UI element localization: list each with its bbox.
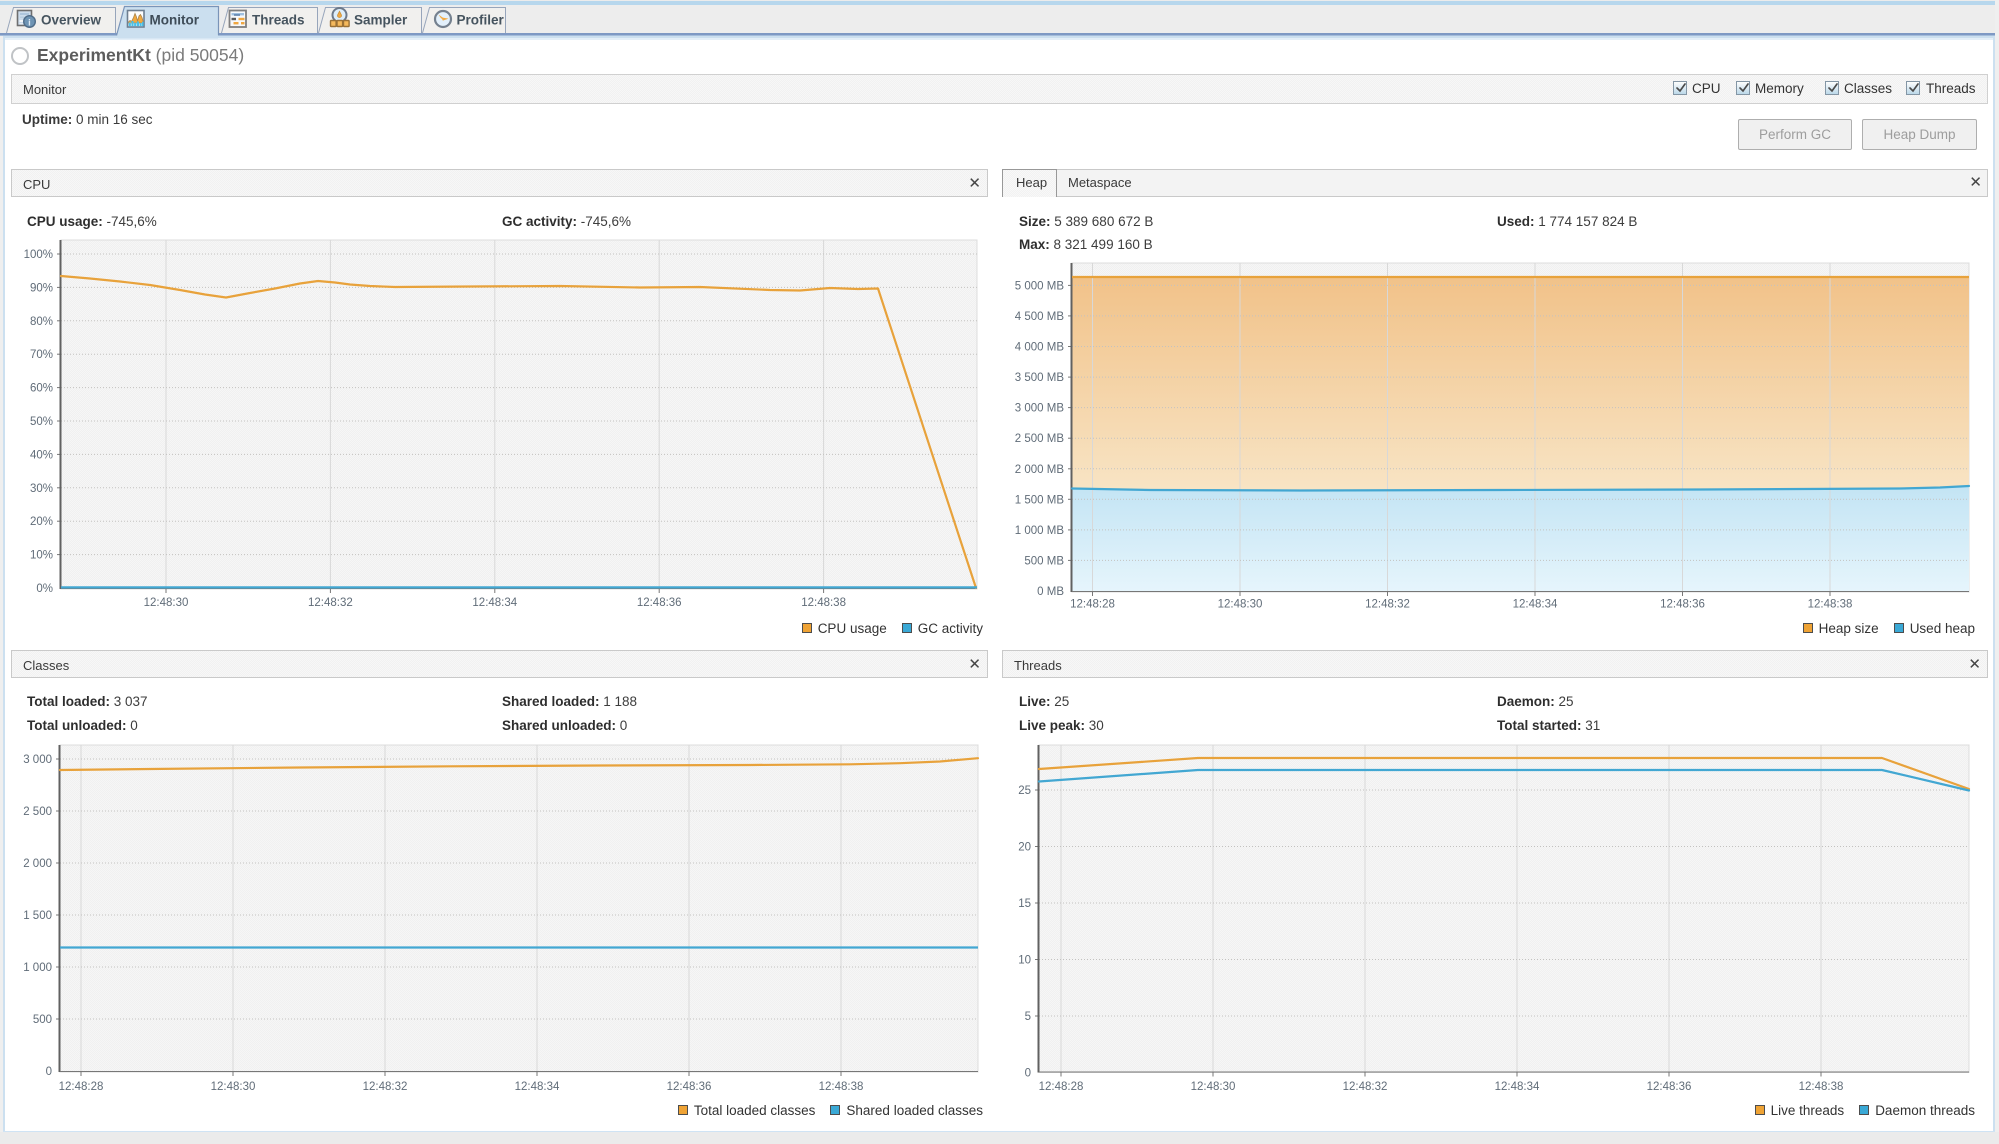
svg-text:20: 20 [1018, 842, 1031, 854]
svg-text:12:48:32: 12:48:32 [308, 597, 353, 609]
svg-text:12:48:38: 12:48:38 [801, 597, 846, 609]
svg-text:12:48:30: 12:48:30 [1191, 1081, 1236, 1093]
svg-text:12:48:38: 12:48:38 [1799, 1081, 1844, 1093]
svg-text:12:48:38: 12:48:38 [1808, 599, 1853, 611]
svg-text:12:48:38: 12:48:38 [819, 1081, 864, 1093]
svg-text:3 500 MB: 3 500 MB [1015, 372, 1065, 384]
svg-text:50%: 50% [30, 416, 53, 428]
svg-text:1 000: 1 000 [23, 962, 52, 974]
svg-text:12:48:36: 12:48:36 [637, 597, 682, 609]
svg-text:12:48:34: 12:48:34 [1495, 1081, 1540, 1093]
svg-text:1 500 MB: 1 500 MB [1015, 494, 1065, 506]
svg-text:0 MB: 0 MB [1037, 586, 1064, 598]
svg-text:1 500: 1 500 [23, 910, 52, 922]
svg-text:25: 25 [1018, 785, 1031, 797]
svg-text:12:48:34: 12:48:34 [472, 597, 517, 609]
svg-text:Threads: Threads [252, 13, 305, 28]
svg-text:4 000 MB: 4 000 MB [1015, 342, 1065, 354]
svg-text:1 000 MB: 1 000 MB [1015, 525, 1065, 537]
svg-text:3 000: 3 000 [23, 754, 52, 766]
svg-text:Overview: Overview [41, 13, 102, 28]
svg-text:12:48:28: 12:48:28 [1070, 599, 1115, 611]
svg-text:500: 500 [33, 1014, 52, 1026]
svg-text:12:48:28: 12:48:28 [59, 1081, 104, 1093]
svg-text:12:48:32: 12:48:32 [363, 1081, 408, 1093]
svg-text:90%: 90% [30, 282, 53, 294]
svg-text:30%: 30% [30, 483, 53, 495]
svg-text:2 500 MB: 2 500 MB [1015, 433, 1065, 445]
svg-text:40%: 40% [30, 449, 53, 461]
svg-text:0: 0 [1025, 1068, 1031, 1080]
svg-text:0%: 0% [36, 583, 53, 595]
svg-text:12:48:28: 12:48:28 [1039, 1081, 1084, 1093]
svg-text:12:48:36: 12:48:36 [667, 1081, 712, 1093]
svg-text:12:48:32: 12:48:32 [1365, 599, 1410, 611]
svg-text:12:48:30: 12:48:30 [211, 1081, 256, 1093]
svg-text:i: i [28, 18, 31, 29]
svg-text:20%: 20% [30, 516, 53, 528]
svg-text:2 500: 2 500 [23, 806, 52, 818]
svg-text:Sampler: Sampler [354, 13, 408, 28]
svg-text:70%: 70% [30, 349, 53, 361]
svg-text:100%: 100% [24, 249, 53, 261]
svg-text:60%: 60% [30, 383, 53, 395]
svg-text:5: 5 [1025, 1011, 1031, 1023]
svg-text:80%: 80% [30, 316, 53, 328]
svg-text:12:48:34: 12:48:34 [1513, 599, 1558, 611]
svg-text:12:48:36: 12:48:36 [1660, 599, 1705, 611]
svg-text:3 000 MB: 3 000 MB [1015, 403, 1065, 415]
svg-text:10%: 10% [30, 550, 53, 562]
svg-text:12:48:34: 12:48:34 [515, 1081, 560, 1093]
svg-text:5 000 MB: 5 000 MB [1015, 280, 1065, 292]
svg-text:15: 15 [1018, 898, 1031, 910]
svg-text:Monitor: Monitor [150, 13, 200, 28]
svg-text:4 500 MB: 4 500 MB [1015, 311, 1065, 323]
svg-text:2 000 MB: 2 000 MB [1015, 464, 1065, 476]
svg-text:12:48:32: 12:48:32 [1343, 1081, 1388, 1093]
svg-text:10: 10 [1018, 955, 1031, 967]
svg-text:12:48:30: 12:48:30 [1218, 599, 1263, 611]
svg-text:500 MB: 500 MB [1024, 555, 1064, 567]
svg-text:12:48:36: 12:48:36 [1647, 1081, 1692, 1093]
svg-text:0: 0 [46, 1066, 52, 1078]
svg-text:2 000: 2 000 [23, 858, 52, 870]
svg-text:Profiler: Profiler [457, 13, 505, 28]
svg-text:12:48:30: 12:48:30 [144, 597, 189, 609]
